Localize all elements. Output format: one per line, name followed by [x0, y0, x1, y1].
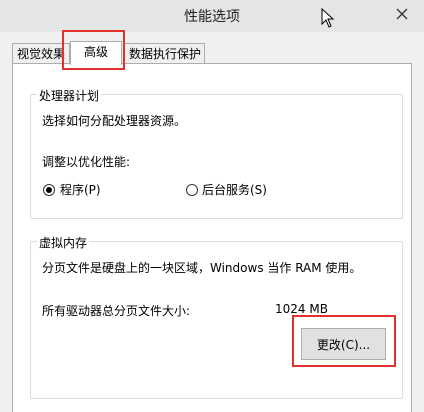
processor-scheduling-group: 处理器计划 选择如何分配处理器资源。 调整以优化性能: 程序(P) 后台服务(S… — [30, 87, 403, 219]
tab-panel-advanced: 处理器计划 选择如何分配处理器资源。 调整以优化性能: 程序(P) 后台服务(S… — [12, 63, 412, 412]
tab-data-execution-prevention[interactable]: 数据执行保护 — [124, 43, 205, 63]
virtual-memory-group: 虚拟内存 分页文件是硬盘上的一块区域，Windows 当作 RAM 使用。 所有… — [30, 234, 403, 399]
title-bar: 性能选项 — [0, 0, 424, 33]
close-button[interactable] — [386, 0, 418, 28]
total-paging-file-value: 1024 MB — [275, 302, 328, 316]
tab-strip: 视觉效果 高级 数据执行保护 — [12, 41, 422, 65]
programs-radio[interactable] — [43, 184, 55, 196]
change-button[interactable]: 更改(C)... — [301, 328, 386, 360]
virtual-memory-group-title: 虚拟内存 — [37, 234, 90, 251]
background-services-radio-label[interactable]: 后台服务(S) — [202, 181, 267, 198]
tab-visual-effects[interactable]: 视觉效果 — [12, 43, 70, 63]
background-services-radio[interactable] — [186, 184, 198, 196]
total-paging-file-label: 所有驱动器总分页文件大小: — [42, 304, 191, 318]
processor-group-title: 处理器计划 — [37, 87, 102, 104]
dialog-body: 视觉效果 高级 数据执行保护 处理器计划 选择如何分配处理器资源。 调整以优化性… — [0, 32, 424, 412]
window-title: 性能选项 — [184, 9, 240, 25]
close-icon — [396, 8, 408, 20]
adjust-performance-label: 调整以优化性能: — [42, 155, 131, 169]
virtual-memory-description: 分页文件是硬盘上的一块区域，Windows 当作 RAM 使用。 — [42, 261, 362, 275]
programs-radio-label[interactable]: 程序(P) — [60, 181, 101, 198]
mouse-cursor-icon — [321, 8, 335, 28]
tab-advanced[interactable]: 高级 — [70, 41, 122, 65]
processor-description: 选择如何分配处理器资源。 — [42, 114, 187, 128]
